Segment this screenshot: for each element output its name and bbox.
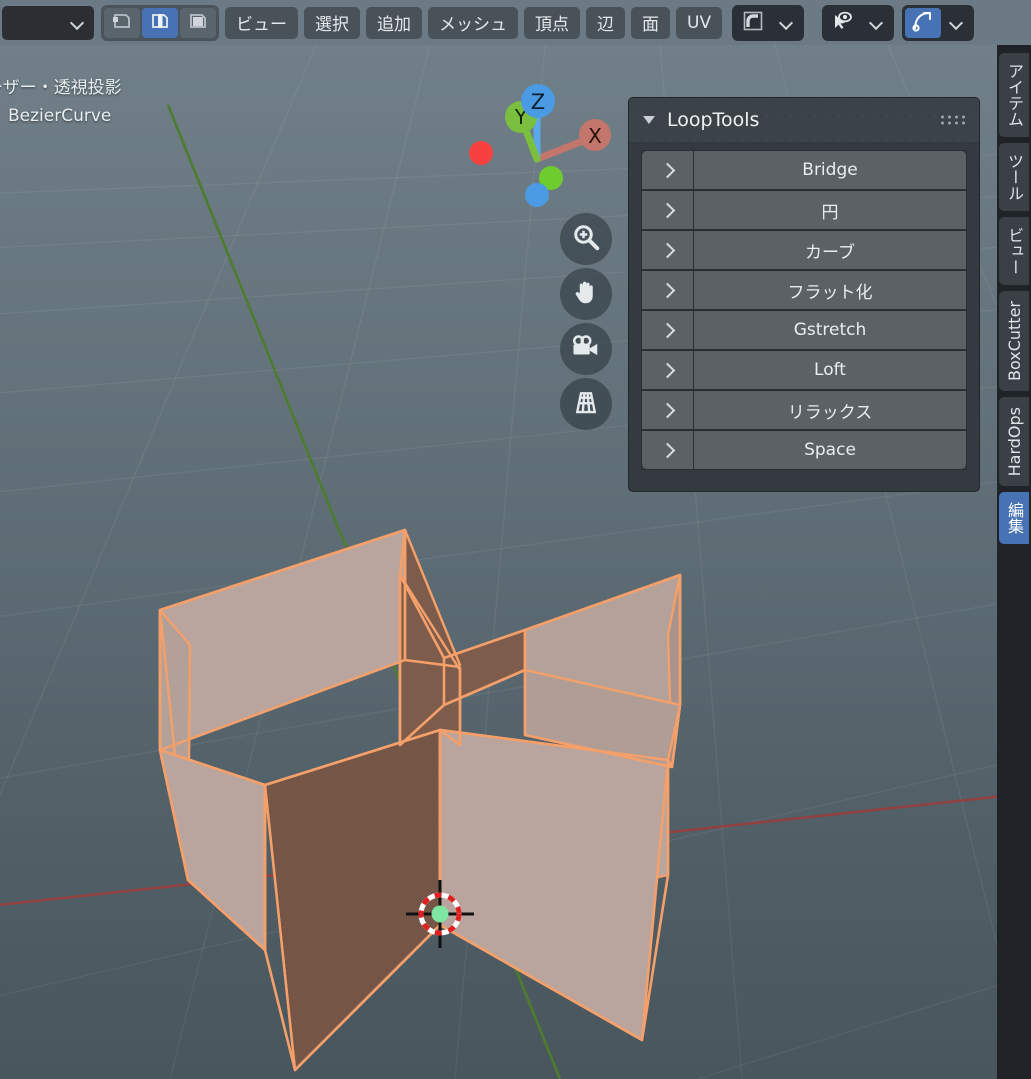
face-select-mode-button[interactable] <box>180 7 216 38</box>
visibility-control-group <box>822 4 895 41</box>
chevron-down-icon <box>71 16 84 29</box>
chevron-right-icon[interactable] <box>642 311 694 349</box>
3d-cursor <box>404 878 476 950</box>
menu-edge[interactable]: 辺 <box>586 6 625 39</box>
grid-perspective-icon <box>571 387 601 421</box>
projection-tool-button[interactable] <box>560 378 612 430</box>
sidebar-tab-label: HardOps <box>1004 407 1024 477</box>
navigation-gizmo[interactable]: Y Z X <box>465 75 625 235</box>
chevron-down-icon <box>780 16 793 29</box>
sidebar-tab-hardops[interactable]: HardOps <box>999 397 1029 487</box>
chevron-right-icon[interactable] <box>642 351 694 389</box>
snap-magnet-icon <box>741 9 765 37</box>
viewport-tool-buttons <box>560 213 614 433</box>
looptools-row-relax[interactable]: リラックス <box>641 390 967 430</box>
svg-text:Z: Z <box>531 90 545 114</box>
viewport-header-bar: ビュー 選択 追加 メッシュ 頂点 辺 面 UV <box>0 0 1031 45</box>
looptools-op-label[interactable]: カーブ <box>694 231 966 269</box>
mesh-select-mode-group <box>101 4 219 41</box>
visibility-toggle-button[interactable] <box>825 7 862 38</box>
looptools-op-label[interactable]: Bridge <box>694 151 966 189</box>
chevron-right-icon[interactable] <box>642 231 694 269</box>
pan-tool-button[interactable] <box>560 268 612 320</box>
menu-view[interactable]: ビュー <box>225 6 298 39</box>
looptools-row-bridge[interactable]: Bridge <box>641 150 967 190</box>
menu-vertex[interactable]: 頂点 <box>524 6 580 39</box>
menu-mesh[interactable]: メッシュ <box>428 6 518 39</box>
looptools-row-gstretch[interactable]: Gstretch <box>641 310 967 350</box>
edge-select-mode-button[interactable] <box>142 7 178 38</box>
magnifier-plus-icon <box>571 222 601 256</box>
sidebar-tab-column: アイテム ツール ビュー BoxCutter HardOps 編集 <box>997 45 1031 1079</box>
menu-add[interactable]: 追加 <box>366 6 422 39</box>
snap-dropdown-button[interactable] <box>771 8 801 38</box>
viewport-object-label: BezierCurve <box>8 106 112 126</box>
sidebar-tab-label: アイテム <box>1005 63 1024 127</box>
edge-select-icon <box>148 9 172 37</box>
sidebar-tab-label: BoxCutter <box>1004 301 1024 382</box>
chevron-down-icon <box>870 16 883 29</box>
looptools-row-flatten[interactable]: フラット化 <box>641 270 967 310</box>
looptools-op-label[interactable]: Loft <box>694 351 966 389</box>
camera-icon <box>571 332 601 366</box>
triangle-down-icon[interactable] <box>643 116 655 124</box>
looptools-row-loft[interactable]: Loft <box>641 350 967 390</box>
sidebar-tab-view[interactable]: ビュー <box>999 217 1029 285</box>
menu-face[interactable]: 面 <box>631 6 670 39</box>
sidebar-tab-item[interactable]: アイテム <box>999 53 1029 137</box>
zoom-tool-button[interactable] <box>560 213 612 265</box>
viewport-view-label: ーザー・透視投影 <box>0 78 122 98</box>
blender-window: ーザー・透視投影 BezierCurve <box>0 0 1031 1079</box>
proportional-dropdown-button[interactable] <box>941 8 971 38</box>
proportional-editing-toggle[interactable] <box>905 7 942 38</box>
looptools-op-label[interactable]: Space <box>694 431 966 469</box>
vertex-select-icon <box>110 9 134 37</box>
chevron-right-icon[interactable] <box>642 191 694 229</box>
face-select-icon <box>186 9 210 37</box>
looptools-panel: LoopTools Bridge 円 カーブ フラット化 Gstretch Lo… <box>628 97 980 492</box>
visibility-dropdown-button[interactable] <box>861 8 891 38</box>
sidebar-tab-tool[interactable]: ツール <box>999 143 1029 211</box>
looptools-op-label[interactable]: リラックス <box>694 391 966 429</box>
chevron-down-icon <box>950 16 963 29</box>
looptools-row-circle[interactable]: 円 <box>641 190 967 230</box>
chevron-right-icon[interactable] <box>642 431 694 469</box>
camera-tool-button[interactable] <box>560 323 612 375</box>
sidebar-tab-label: 編集 <box>1005 502 1024 535</box>
looptools-row-space[interactable]: Space <box>641 430 967 470</box>
hand-icon <box>571 277 601 311</box>
snap-control-group <box>732 4 805 41</box>
looptools-op-label[interactable]: Gstretch <box>694 311 966 349</box>
sidebar-tab-boxcutter[interactable]: BoxCutter <box>999 291 1029 392</box>
looptools-operation-list: Bridge 円 カーブ フラット化 Gstretch Loft リラックス S… <box>629 142 979 480</box>
chevron-right-icon[interactable] <box>642 271 694 309</box>
proportional-editing-icon <box>911 9 935 37</box>
looptools-panel-header[interactable]: LoopTools <box>629 98 979 142</box>
menu-select[interactable]: 選択 <box>304 6 360 39</box>
sidebar-tab-edit[interactable]: 編集 <box>999 492 1029 545</box>
chevron-right-icon[interactable] <box>642 391 694 429</box>
chevron-right-icon[interactable] <box>642 151 694 189</box>
grip-dots-icon[interactable] <box>939 114 965 125</box>
sidebar-tab-label: ビュー <box>1005 227 1024 275</box>
snap-toggle-button[interactable] <box>735 7 772 38</box>
looptools-row-curve[interactable]: カーブ <box>641 230 967 270</box>
looptools-panel-title: LoopTools <box>667 109 760 131</box>
looptools-op-label[interactable]: 円 <box>694 191 966 229</box>
vertex-select-mode-button[interactable] <box>104 7 140 38</box>
looptools-op-label[interactable]: フラット化 <box>694 271 966 309</box>
mode-dropdown[interactable] <box>2 5 94 40</box>
3d-viewport[interactable]: ーザー・透視投影 BezierCurve <box>0 45 1031 1079</box>
proportional-editing-group <box>902 4 975 41</box>
menu-uv[interactable]: UV <box>676 6 723 39</box>
sidebar-tab-label: ツール <box>1005 153 1024 201</box>
eye-cursor-icon <box>831 9 855 37</box>
svg-text:X: X <box>588 124 602 148</box>
